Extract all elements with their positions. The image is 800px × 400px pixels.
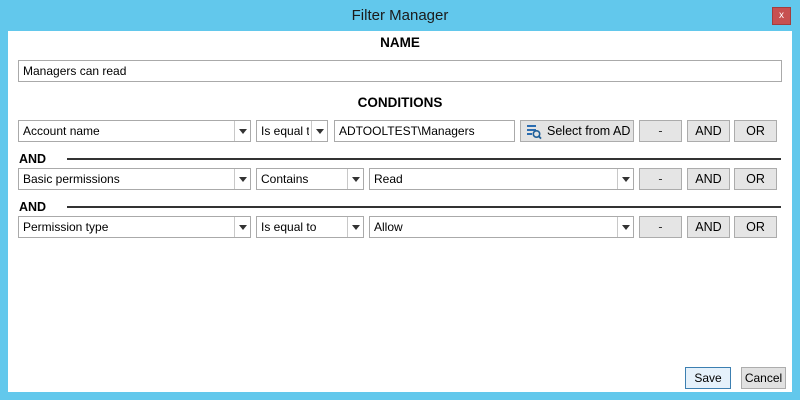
condition-3-field-value: Permission type [23,220,109,234]
window-title: Filter Manager [351,7,449,24]
connector-divider [67,206,781,208]
save-button[interactable]: Save [685,367,731,389]
condition-1-and-button[interactable]: AND [687,120,730,142]
close-button[interactable]: x [772,7,791,25]
and-connector-label: AND [19,152,47,166]
condition-3-field-select[interactable]: Permission type [18,216,251,238]
condition-2-value-select[interactable]: Read [369,168,634,190]
condition-3-or-button[interactable]: OR [734,216,777,238]
filter-manager-window: Filter Manager x NAME Managers can read … [0,0,800,400]
condition-1-or-button[interactable]: OR [734,120,777,142]
condition-1-operator-select[interactable]: Is equal t [256,120,328,142]
condition-3-operator-select[interactable]: Is equal to [256,216,364,238]
condition-2-operator-select[interactable]: Contains [256,168,364,190]
condition-2-value-text: Read [374,172,403,186]
condition-1-remove-button[interactable]: - [639,120,682,142]
name-heading: NAME [380,35,420,50]
condition-3-operator-value: Is equal to [261,220,317,234]
connector-divider [67,158,781,160]
chevron-down-icon[interactable] [234,217,250,237]
conditions-heading: CONDITIONS [357,95,443,110]
chevron-down-icon[interactable] [347,169,363,189]
ad-search-icon [527,125,542,140]
select-from-ad-label: Select from AD [547,124,631,138]
and-connector-label: AND [19,200,47,214]
chevron-down-icon[interactable] [234,169,250,189]
condition-1-field-value: Account name [23,124,100,138]
condition-2-and-button[interactable]: AND [687,168,730,190]
dialog-body: NAME Managers can read CONDITIONS Accoun… [8,31,792,392]
condition-1-value-input[interactable]: ADTOOLTEST\Managers [334,120,515,142]
condition-3-and-button[interactable]: AND [687,216,730,238]
condition-3-value-text: Allow [374,220,403,234]
condition-3-remove-button[interactable]: - [639,216,682,238]
condition-1-operator-value: Is equal t [261,124,309,138]
chevron-down-icon[interactable] [617,169,633,189]
chevron-down-icon[interactable] [234,121,250,141]
condition-1-field-select[interactable]: Account name [18,120,251,142]
cancel-button[interactable]: Cancel [741,367,786,389]
close-icon: x [779,10,784,21]
condition-2-field-value: Basic permissions [23,172,120,186]
select-from-ad-button[interactable]: Select from AD [520,120,634,142]
filter-name-input[interactable]: Managers can read [18,60,782,82]
condition-2-remove-button[interactable]: - [639,168,682,190]
condition-2-operator-value: Contains [261,172,309,186]
condition-2-or-button[interactable]: OR [734,168,777,190]
chevron-down-icon[interactable] [617,217,633,237]
chevron-down-icon[interactable] [347,217,363,237]
chevron-down-icon[interactable] [311,121,327,141]
condition-2-field-select[interactable]: Basic permissions [18,168,251,190]
condition-3-value-select[interactable]: Allow [369,216,634,238]
